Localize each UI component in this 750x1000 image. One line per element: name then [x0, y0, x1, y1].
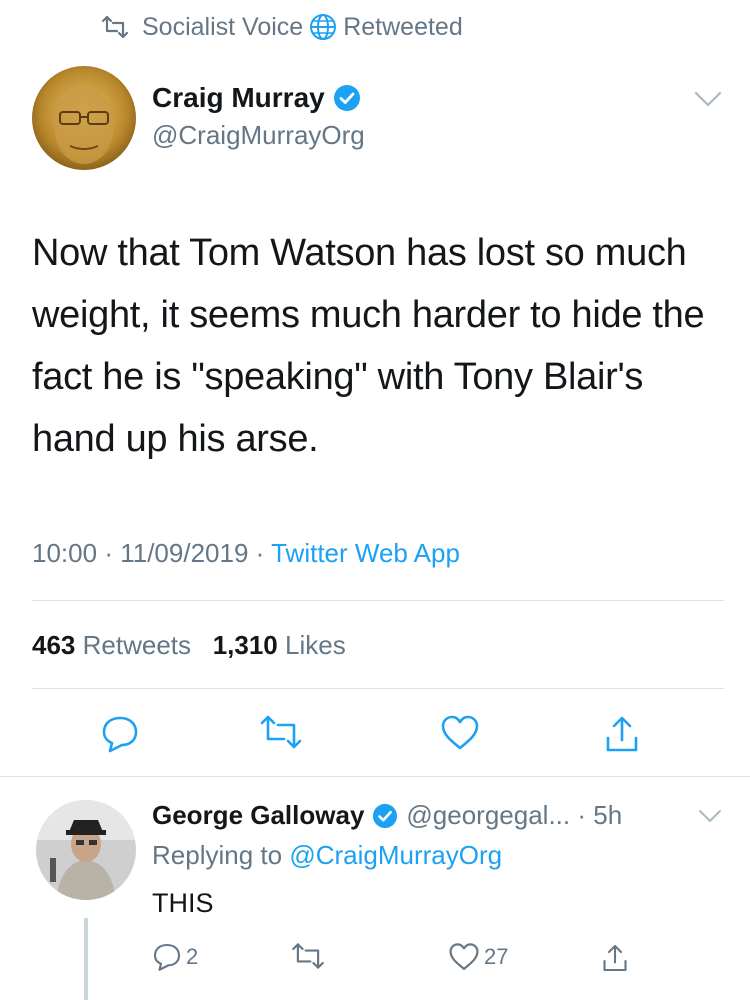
chevron-down-icon[interactable] — [698, 808, 722, 824]
retweets-stat[interactable]: 463 Retweets — [32, 630, 191, 660]
author-avatar[interactable] — [32, 66, 136, 170]
tweet-meta: 10:00 · 11/09/2019 · Twitter Web App — [32, 538, 460, 569]
globe-icon — [309, 13, 337, 41]
retweets-label: Retweets — [82, 630, 192, 660]
reply-share-button[interactable] — [600, 942, 630, 974]
author-handle[interactable]: @CraigMurrayOrg — [152, 120, 365, 151]
reply-button[interactable] — [100, 714, 140, 754]
tweet-text: Now that Tom Watson has lost so much wei… — [32, 232, 705, 460]
reply-count: 2 — [186, 944, 199, 969]
share-icon — [600, 942, 630, 974]
replying-to: Replying to @CraigMurrayOrg — [152, 840, 502, 871]
thread-line — [84, 918, 88, 1000]
divider — [32, 600, 724, 601]
retweeted-label: Retweeted — [343, 12, 463, 41]
meta-separator: · — [104, 538, 113, 568]
replying-to-prefix: Replying to — [152, 840, 283, 870]
meta-separator: · — [255, 538, 265, 568]
reply-icon — [152, 942, 182, 972]
tweet-date: 11/09/2019 — [120, 538, 249, 568]
reply-author-handle[interactable]: @georgegal... — [406, 800, 570, 831]
tweet-source-link[interactable]: Twitter Web App — [271, 538, 460, 568]
share-button[interactable] — [602, 714, 642, 754]
retweet-context: Socialist Voice Retweeted — [100, 10, 463, 44]
reply-text: THIS — [152, 888, 214, 918]
meta-separator: · — [570, 800, 594, 830]
likes-label: Likes — [285, 630, 346, 660]
retweet-button[interactable] — [258, 714, 304, 750]
replying-to-handle[interactable]: @CraigMurrayOrg — [289, 840, 502, 870]
retweets-count: 463 — [32, 630, 76, 660]
likes-count: 1,310 — [212, 630, 278, 660]
likes-stat[interactable]: 1,310 Likes — [213, 630, 346, 660]
retweet-icon — [290, 942, 326, 970]
divider — [0, 776, 750, 777]
reply-header: George Galloway @georgegal... · 5h — [152, 800, 622, 831]
reply-author-name[interactable]: George Galloway — [152, 800, 364, 831]
reply-like-button[interactable]: 27 — [448, 942, 508, 972]
reply-retweet-button[interactable] — [290, 942, 326, 970]
author-name[interactable]: Craig Murray — [152, 82, 361, 114]
divider — [32, 688, 724, 689]
tweet-time: 10:00 — [32, 538, 98, 568]
heart-icon — [448, 942, 480, 972]
reply-time[interactable]: 5h — [593, 800, 622, 831]
retweet-icon — [100, 16, 130, 38]
like-button[interactable] — [440, 714, 480, 752]
reply-author-avatar[interactable] — [36, 800, 136, 900]
verified-badge-icon — [333, 84, 361, 112]
tweet-stats: 463 Retweets 1,310 Likes — [32, 630, 346, 661]
chevron-down-icon[interactable] — [694, 90, 722, 108]
verified-badge-icon — [372, 803, 398, 829]
reply-reply-button[interactable]: 2 — [152, 942, 198, 972]
retweeting-account[interactable]: Socialist Voice — [142, 13, 303, 42]
like-count: 27 — [484, 944, 509, 969]
author-name-text: Craig Murray — [152, 82, 325, 113]
